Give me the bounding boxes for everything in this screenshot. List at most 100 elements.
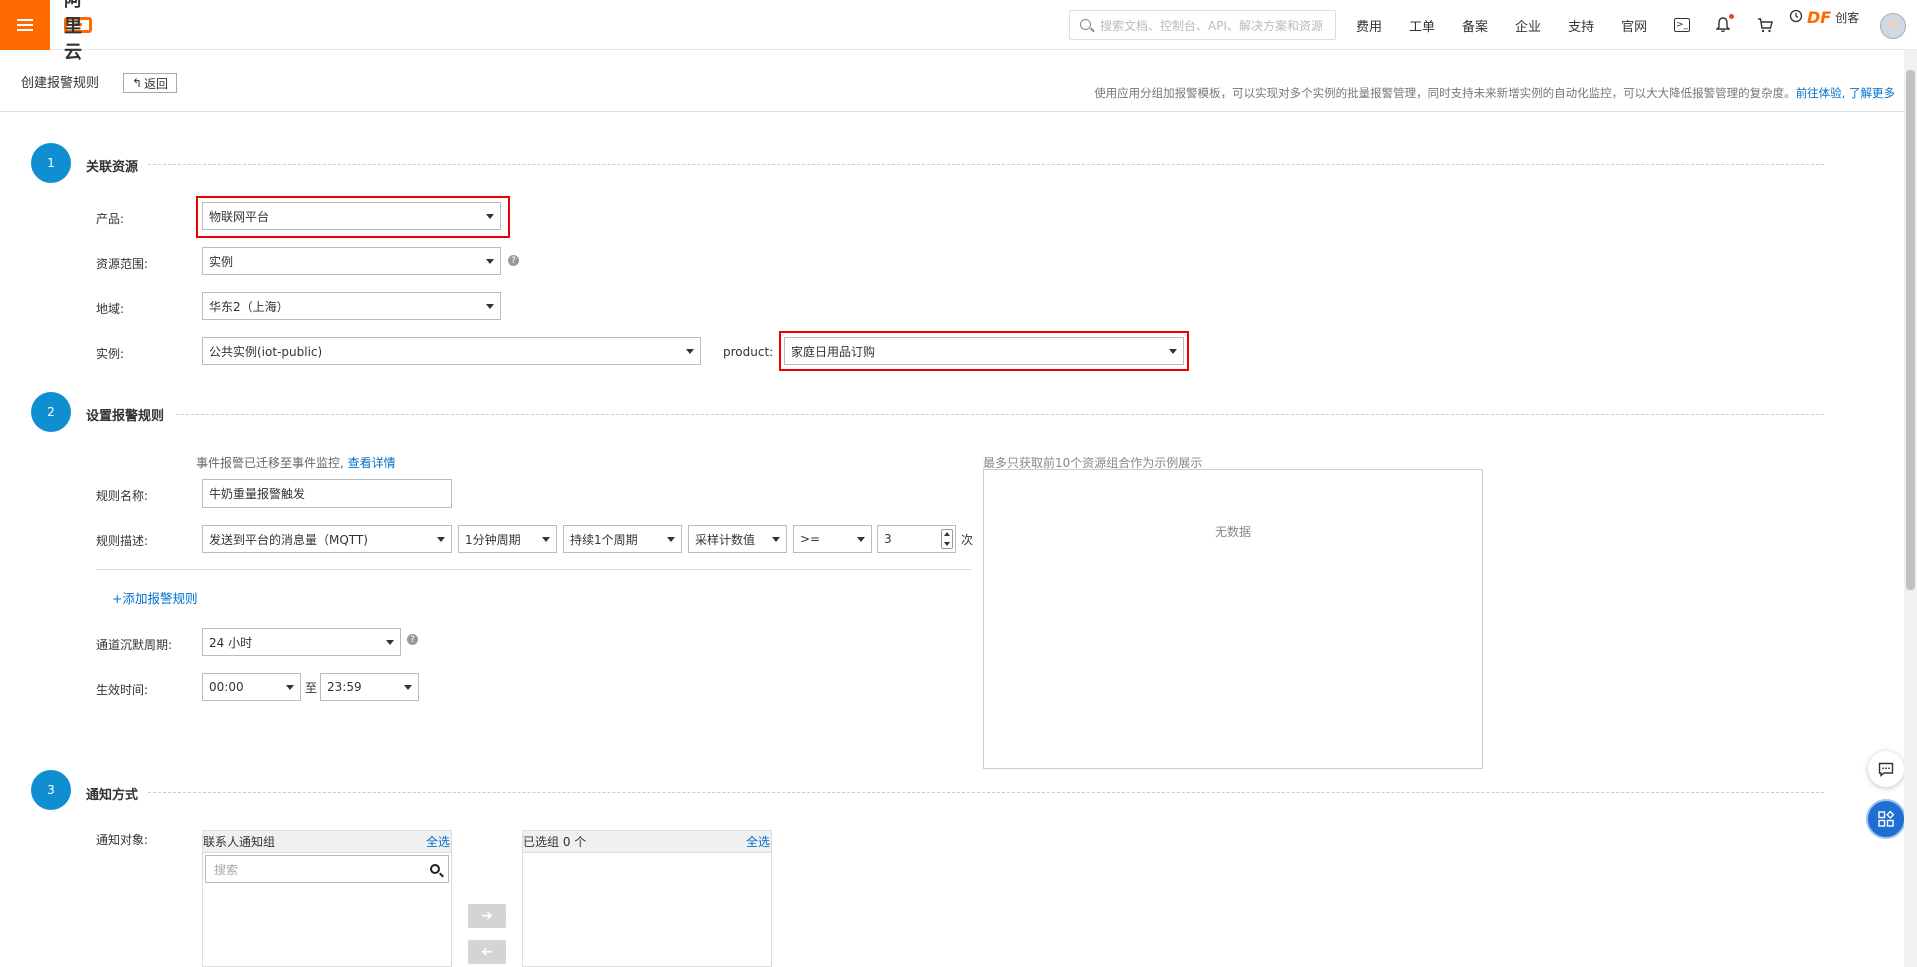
chat-icon[interactable] (1868, 751, 1904, 787)
contact-search-placeholder: 搜索 (214, 862, 239, 877)
chevron-down-icon (857, 537, 865, 542)
chevron-down-icon (1169, 349, 1177, 354)
search-icon (1080, 19, 1091, 30)
chevron-down-icon (542, 537, 550, 542)
contact-group-title: 联系人通知组 (203, 835, 276, 849)
chevron-down-icon (772, 537, 780, 542)
global-search-input[interactable]: 搜索文档、控制台、API、解决方案和资源 (1069, 10, 1336, 40)
end-time-value: 23:59 (327, 680, 362, 694)
period-select[interactable]: 1分钟周期 (458, 525, 557, 553)
rule-name-label: 规则名称: (96, 489, 149, 503)
silence-select[interactable]: 24 小时 (202, 628, 401, 656)
region-label: 地域: (96, 302, 125, 316)
back-button[interactable]: ↰ 返回 (123, 73, 177, 93)
scope-select[interactable]: 实例 (202, 247, 501, 275)
stepper-icon[interactable] (941, 529, 953, 549)
df-maker-logo[interactable]: DF 创客 (1789, 8, 1859, 27)
preview-panel: 无数据 (983, 469, 1483, 769)
chevron-down-icon (686, 349, 694, 354)
event-details-link[interactable]: 查看详情 (348, 456, 396, 470)
scrollbar-thumb[interactable] (1906, 70, 1915, 590)
nav-billing[interactable]: 费用 (1356, 16, 1382, 35)
rule-name-input[interactable]: 牛奶重量报警触发 (202, 479, 452, 508)
search-placeholder: 搜索文档、控制台、API、解决方案和资源 (1100, 18, 1323, 33)
select-all-right[interactable]: 全选 (746, 833, 770, 850)
region-select[interactable]: 华东2（上海） (202, 292, 501, 320)
header-tip: 使用应用分组加报警模板，可以实现对多个实例的批量报警管理，同时支持未来新增实例的… (1094, 85, 1895, 101)
move-right-button[interactable]: ➔ (468, 904, 506, 928)
threshold-input[interactable]: 3 (877, 525, 956, 553)
selected-group-title: 已选组 0 个 (523, 835, 587, 849)
contact-group-header: 联系人通知组 全选 (203, 831, 451, 853)
nav-icp[interactable]: 备案 (1462, 16, 1488, 35)
duration-value: 持续1个周期 (570, 532, 638, 547)
start-time-select[interactable]: 00:00 (202, 673, 301, 701)
section1-divider (148, 164, 1824, 165)
step-1-badge: 1 (31, 143, 71, 183)
help-icon[interactable]: ? (407, 634, 418, 645)
apps-grid-icon[interactable] (1866, 799, 1906, 839)
notify-target-label: 通知对象: (96, 833, 149, 847)
nav-official-site[interactable]: 官网 (1621, 16, 1647, 35)
learn-more-link[interactable]: 了解更多 (1849, 86, 1895, 100)
method-select[interactable]: 采样计数值 (688, 525, 787, 553)
user-avatar[interactable] (1880, 13, 1906, 39)
header-tip-text: 使用应用分组加报警模板，可以实现对多个实例的批量报警管理，同时支持未来新增实例的… (1094, 86, 1796, 100)
silence-label: 通道沉默周期: (96, 638, 173, 652)
add-rule-link[interactable]: +添加报警规则 (112, 588, 197, 607)
metric-value: 发送到平台的消息量（MQTT) (209, 532, 368, 547)
end-time-select[interactable]: 23:59 (320, 673, 419, 701)
product2-value: 家庭日用品订购 (791, 344, 876, 359)
page-scrollbar[interactable] (1904, 50, 1917, 967)
contact-group-list: 联系人通知组 全选 搜索 (202, 830, 452, 967)
duration-select[interactable]: 持续1个周期 (563, 525, 682, 553)
product-select[interactable]: 物联网平台 (202, 202, 501, 230)
threshold-unit: 次 (961, 533, 974, 547)
section3-title: 通知方式 (86, 788, 139, 803)
event-tip: 事件报警已迁移至事件监控, 查看详情 (196, 454, 396, 471)
metric-select[interactable]: 发送到平台的消息量（MQTT) (202, 525, 452, 553)
nav-enterprise[interactable]: 企业 (1515, 16, 1541, 35)
chevron-down-icon (486, 214, 494, 219)
rule-name-value: 牛奶重量报警触发 (209, 487, 306, 501)
search-icon (430, 864, 440, 874)
scope-value: 实例 (209, 254, 234, 269)
selected-group-header: 已选组 0 个 全选 (523, 831, 771, 853)
select-all-left[interactable]: 全选 (426, 833, 450, 850)
arrow-right-icon: ➔ (481, 908, 493, 924)
operator-select[interactable]: >= (793, 525, 872, 553)
event-tip-text: 事件报警已迁移至事件监控, (196, 456, 344, 470)
contact-search-input[interactable]: 搜索 (205, 855, 449, 883)
chevron-down-icon (486, 259, 494, 264)
df-logo-text: 创客 (1835, 11, 1860, 25)
top-nav: 费用 工单 备案 企业 支持 官网 >_ (1356, 0, 1798, 50)
instance-select[interactable]: 公共实例(iot-public) (202, 337, 701, 365)
chevron-down-icon (404, 685, 412, 690)
instance-value: 公共实例(iot-public) (209, 344, 323, 359)
move-left-button[interactable]: ➔ (468, 940, 506, 964)
step-3-badge: 3 (31, 770, 71, 810)
back-arrow-icon: ↰ (131, 76, 143, 90)
menu-icon[interactable] (0, 0, 50, 50)
chevron-down-icon (667, 537, 675, 542)
help-icon[interactable]: ? (508, 255, 519, 266)
aliyun-logo[interactable]: 阿里云 (64, 0, 92, 63)
section1-title: 关联资源 (86, 160, 139, 175)
terminal-icon[interactable]: >_ (1674, 18, 1691, 32)
chevron-down-icon (437, 537, 445, 542)
cart-icon[interactable] (1756, 16, 1774, 34)
back-button-label: 返回 (144, 76, 169, 91)
section3-divider (148, 792, 1824, 793)
try-link[interactable]: 前往体验, (1796, 86, 1846, 100)
scope-label: 资源范围: (96, 257, 149, 271)
effective-time-label: 生效时间: (96, 683, 149, 697)
product-label: 产品: (96, 212, 125, 226)
product2-select[interactable]: 家庭日用品订购 (784, 337, 1184, 365)
section2-title: 设置报警规则 (86, 409, 165, 424)
threshold-value: 3 (884, 532, 892, 546)
nav-tickets[interactable]: 工单 (1409, 16, 1435, 35)
chevron-down-icon (486, 304, 494, 309)
bell-icon[interactable] (1714, 14, 1735, 34)
nav-support[interactable]: 支持 (1568, 16, 1594, 35)
product2-label: product: (723, 345, 774, 359)
